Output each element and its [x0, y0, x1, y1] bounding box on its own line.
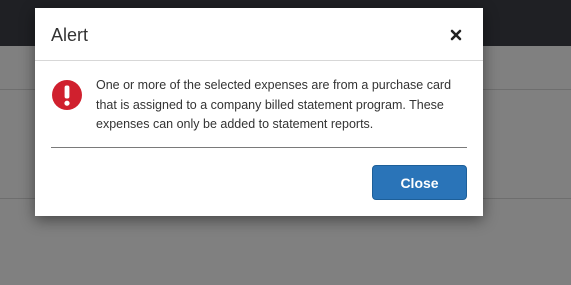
close-button[interactable]: Close	[372, 165, 467, 200]
alert-exclamation-icon	[52, 80, 82, 110]
close-icon[interactable]	[445, 24, 467, 46]
alert-dialog: Alert One or more of the selected expens…	[35, 8, 483, 216]
dialog-title: Alert	[51, 25, 89, 45]
alert-message: One or more of the selected expenses are…	[96, 78, 452, 131]
dialog-header: Alert	[35, 8, 483, 61]
dialog-divider	[51, 147, 467, 148]
